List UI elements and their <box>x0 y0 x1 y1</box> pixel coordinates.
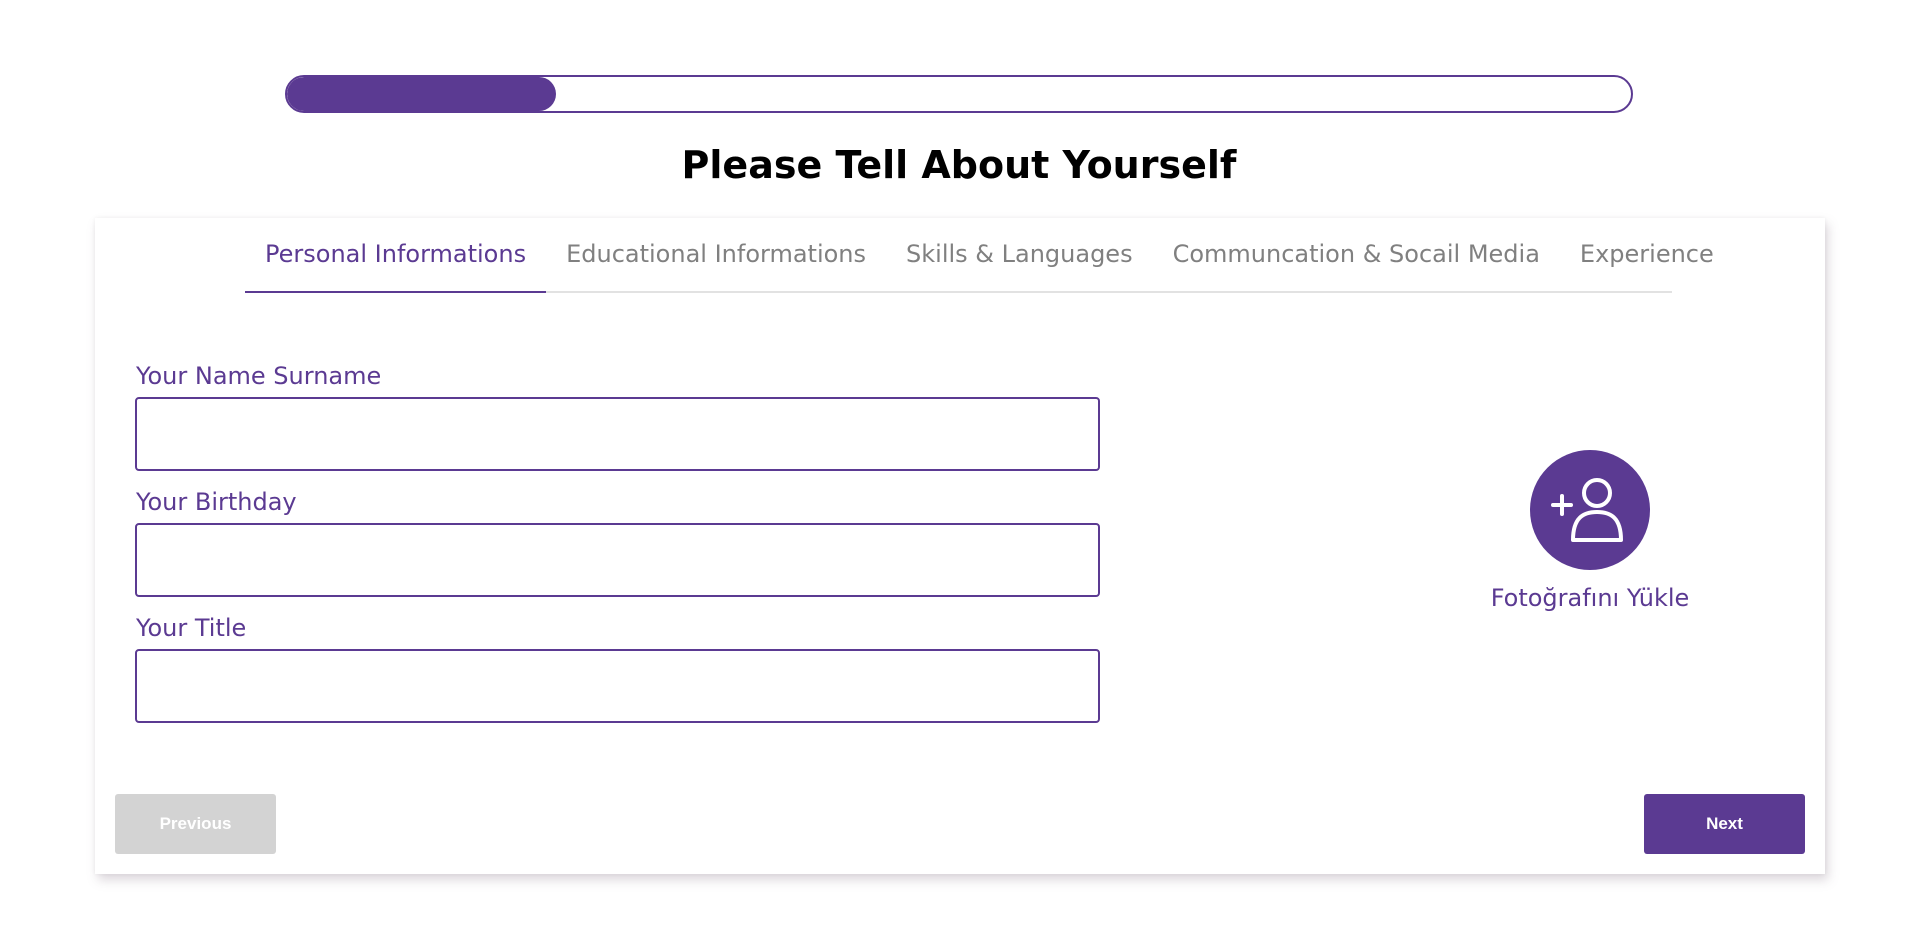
form-card: Personal Informations Educational Inform… <box>95 218 1825 874</box>
photo-upload-button[interactable] <box>1530 450 1650 570</box>
title-input[interactable] <box>135 649 1100 723</box>
name-surname-input[interactable] <box>135 397 1100 471</box>
tab-bar: Personal Informations Educational Inform… <box>245 218 1714 293</box>
tab-communication-social-media[interactable]: Communcation & Socail Media <box>1153 218 1560 291</box>
tab-skills-languages[interactable]: Skills & Languages <box>886 218 1153 291</box>
tab-personal-informations[interactable]: Personal Informations <box>245 218 547 293</box>
next-button[interactable]: Next <box>1644 794 1805 854</box>
photo-upload-label[interactable]: Fotoğrafını Yükle <box>1465 584 1715 612</box>
tab-educational-informations[interactable]: Educational Informations <box>546 218 886 291</box>
add-user-icon <box>1551 478 1623 542</box>
title-label: Your Title <box>136 614 247 642</box>
birthday-input[interactable] <box>135 523 1100 597</box>
progress-bar <box>285 75 1633 113</box>
progress-bar-fill <box>287 77 556 111</box>
birthday-label: Your Birthday <box>136 488 297 516</box>
previous-button[interactable]: Previous <box>115 794 276 854</box>
page-title: Please Tell About Yourself <box>681 143 1237 187</box>
tab-experience[interactable]: Experience <box>1560 218 1734 291</box>
name-surname-label: Your Name Surname <box>136 362 382 390</box>
photo-upload[interactable]: Fotoğrafını Yükle <box>1465 450 1715 612</box>
